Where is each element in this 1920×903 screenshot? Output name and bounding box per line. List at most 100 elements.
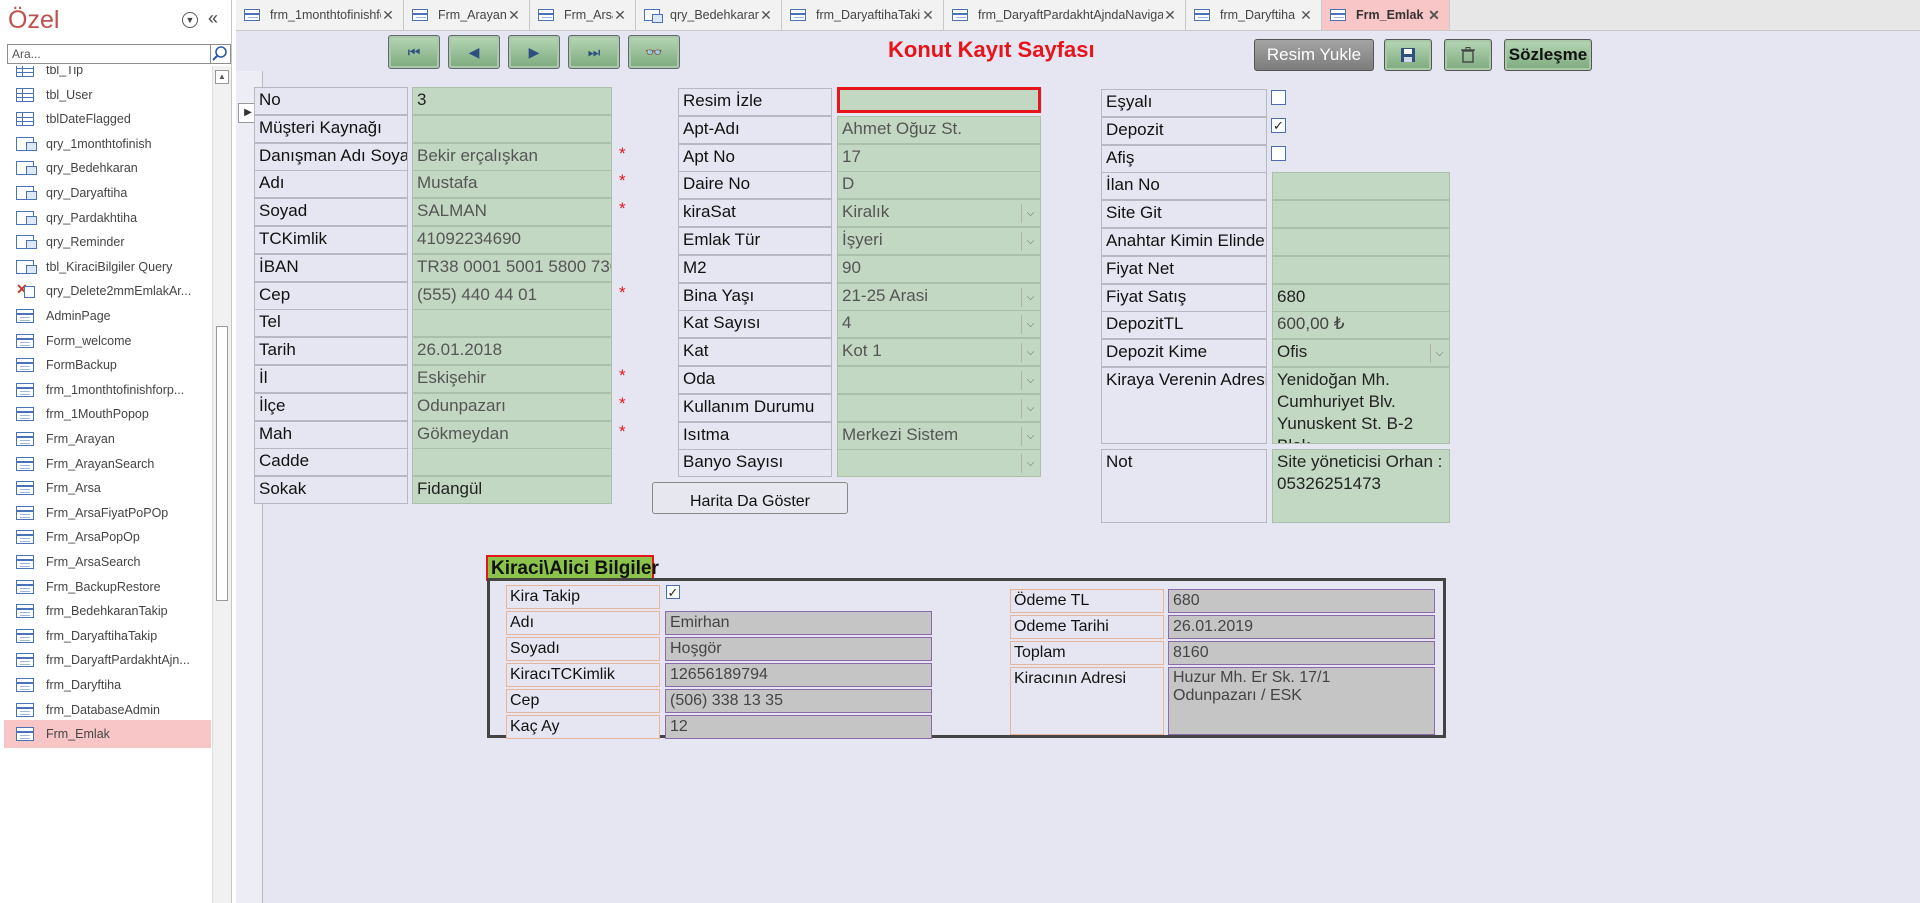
kiraci-cep-field[interactable]: (506) 338 13 35	[665, 689, 932, 713]
kirasat-combobox[interactable]: Kiralık ⌵	[837, 199, 1041, 228]
fiyat-net-field[interactable]	[1272, 255, 1450, 284]
depozittl-field[interactable]: 600,00 ₺	[1272, 311, 1450, 340]
close-tab-icon[interactable]: ✕	[507, 7, 521, 24]
depozit-checkbox[interactable]: ✓	[1271, 117, 1286, 133]
kiraci-soyadi-field[interactable]: Hoşgör	[665, 637, 932, 661]
tab-qry-bedehkaran1[interactable]: qry_Bedehkaran1 ✕	[636, 0, 782, 30]
banyo-sayisi-combobox[interactable]: ⌵	[837, 449, 1041, 478]
nav-search-input[interactable]	[7, 44, 211, 64]
scroll-up-icon[interactable]: ▲	[215, 70, 229, 84]
esyali-checkbox[interactable]	[1271, 90, 1286, 105]
kiraci-odeme-tl-field[interactable]: 680	[1168, 589, 1435, 613]
close-tab-icon[interactable]: ✕	[921, 7, 935, 24]
nav-scrollbar[interactable]: ▲	[212, 66, 231, 903]
tarih-field[interactable]: 26.01.2018	[412, 337, 612, 366]
resim-yukle-button[interactable]: Resim Yukle	[1254, 39, 1374, 71]
sokak-field[interactable]: Fidangül	[412, 476, 612, 505]
chevron-down-icon[interactable]: ⌵	[1021, 204, 1039, 224]
mah-field[interactable]: Gökmeydan	[412, 420, 612, 449]
cep-label: Cep	[254, 281, 408, 310]
search-icon[interactable]	[211, 44, 231, 64]
next-record-button[interactable]: ▶	[508, 35, 560, 69]
nav-menu-dropdown-icon[interactable]: ▼	[182, 12, 198, 28]
scroll-thumb[interactable]	[216, 326, 228, 601]
not-field[interactable]: Site yöneticisi Orhan : 05326251473	[1272, 449, 1450, 523]
kiraci-kac-ay-field[interactable]: 12	[665, 715, 932, 739]
chevron-down-icon[interactable]: ⌵	[1021, 371, 1039, 390]
harita-da-goster-button[interactable]: Harita Da Göster	[652, 482, 848, 514]
ilan-no-field[interactable]	[1272, 172, 1450, 201]
cep-field[interactable]: (555) 440 44 01	[412, 281, 612, 310]
apt-adi-field[interactable]: Ahmet Oğuz St.	[837, 115, 1041, 144]
il-field[interactable]: Eskişehir	[412, 365, 612, 393]
kat-combobox[interactable]: Kot 1 ⌵	[837, 338, 1041, 367]
tab-frm-emlak[interactable]: Frm_Emlak ✕	[1322, 0, 1450, 30]
depozit-label: Depozit	[1101, 116, 1267, 145]
sozlesme-button[interactable]: Sözleşme	[1504, 39, 1592, 71]
tckimlik-field[interactable]: 41092234690	[412, 226, 612, 254]
iban-field[interactable]: TR38 0001 5001 5800 7305 24	[412, 253, 612, 282]
kiraci-adi-field[interactable]: Emirhan	[665, 611, 932, 635]
tab-label: frm_1monthtofinishforpopop	[270, 8, 381, 22]
close-tab-icon[interactable]: ✕	[613, 7, 627, 24]
bina-yasi-combobox[interactable]: 21-25 Arasi ⌵	[837, 282, 1041, 311]
chevron-down-icon[interactable]: ⌵	[1021, 454, 1039, 474]
chevron-down-icon[interactable]: ⌵	[1021, 287, 1039, 307]
kiraya-verenin-adresi-field[interactable]: Yenidoğan Mh. Cumhuriyet Blv. Yunuskent …	[1272, 367, 1450, 444]
tel-field[interactable]	[412, 309, 612, 338]
previous-record-button[interactable]: ◀	[448, 35, 500, 69]
m2-field[interactable]: 90	[837, 254, 1041, 283]
chevron-down-icon[interactable]: ⌵	[1021, 426, 1039, 446]
kat-sayisi-combobox[interactable]: 4 ⌵	[837, 310, 1041, 339]
kiraci-kiracitckimlik-field[interactable]: 12656189794	[665, 663, 932, 687]
tab-frm-daryaftpardakhtajndanavigation[interactable]: frm_DaryaftPardakhtAjndaNavigation✕	[944, 0, 1186, 30]
chevron-down-icon[interactable]: ⌵	[1021, 232, 1039, 251]
apt-no-field[interactable]: 17	[837, 143, 1041, 172]
site-git-field[interactable]	[1272, 200, 1450, 229]
tab-frm-arsa[interactable]: Frm_Arsa✕	[530, 0, 636, 30]
chevron-down-icon[interactable]: ⌵	[1021, 315, 1039, 335]
tab-frm-daryaftihatakip[interactable]: frm_DaryaftihaTakip ✕	[782, 0, 944, 30]
depozit-kime-combobox[interactable]: Ofis ⌵	[1272, 339, 1450, 368]
ilce-field[interactable]: Odunpazarı	[412, 392, 612, 421]
tab-frm-1monthtofinishforpopop[interactable]: frm_1monthtofinishforpopop✕	[236, 0, 404, 30]
oda-combobox[interactable]: ⌵	[837, 366, 1041, 394]
tab-frm-daryftiha[interactable]: frm_Daryftiha ✕	[1186, 0, 1322, 30]
last-record-button[interactable]: ⏭	[568, 35, 620, 69]
fiyat-satis-field[interactable]: 680	[1272, 283, 1450, 312]
kiracinin-adresi-field[interactable]: Huzur Mh. Er Sk. 17/1 Odunpazarı / ESK	[1168, 667, 1435, 735]
no-field[interactable]: 3	[412, 87, 612, 115]
close-tab-icon[interactable]: ✕	[1299, 7, 1313, 24]
resim-izle-field[interactable]	[837, 87, 1041, 113]
kiraci-odeme-tarihi-field[interactable]: 26.01.2019	[1168, 615, 1435, 639]
soyad-field[interactable]: SALMAN	[412, 198, 612, 227]
afis-checkbox[interactable]	[1271, 145, 1286, 161]
ilce-label: İlçe	[254, 392, 408, 421]
nav-pane-title[interactable]: Özel	[8, 6, 59, 35]
chevron-down-icon[interactable]: ⌵	[1430, 344, 1448, 364]
chevron-down-icon[interactable]: ⌵	[1021, 398, 1039, 418]
kullanim-durumu-combobox[interactable]: ⌵	[837, 393, 1041, 422]
emlak-tur-combobox[interactable]: İşyeri ⌵	[837, 227, 1041, 255]
save-record-button[interactable]	[1384, 39, 1432, 71]
adi-field[interactable]: Mustafa	[412, 170, 612, 199]
chevron-down-icon[interactable]: ⌵	[1021, 343, 1039, 363]
delete-record-button[interactable]	[1444, 39, 1492, 71]
anahtar-kimin-elinde-field[interactable]	[1272, 228, 1450, 256]
kira-takip-checkbox[interactable]: ✓	[666, 585, 680, 599]
close-tab-icon[interactable]: ✕	[381, 7, 395, 24]
isitma-combobox[interactable]: Merkezi Sistem ⌵	[837, 421, 1041, 450]
first-record-button[interactable]: ⏮	[388, 35, 440, 69]
daire-no-field[interactable]: D	[837, 171, 1041, 200]
close-tab-icon[interactable]: ✕	[1427, 7, 1441, 24]
shutter-collapse-icon[interactable]: «	[208, 8, 218, 29]
kiraci-toplam-field[interactable]: 8160	[1168, 641, 1435, 665]
nav-item-frm-emlak[interactable]: Frm_Emlak	[4, 720, 211, 749]
musteri-kaynagi-field[interactable]	[412, 114, 612, 143]
tab-frm-arayan[interactable]: Frm_Arayan ✕	[404, 0, 530, 30]
close-tab-icon[interactable]: ✕	[1163, 7, 1177, 24]
cadde-field[interactable]	[412, 448, 612, 477]
close-tab-icon[interactable]: ✕	[759, 7, 773, 24]
danisman-adi-soyadi-field[interactable]: Bekir erçalışkan	[412, 142, 612, 171]
find-record-button[interactable]: 👓	[628, 35, 680, 69]
